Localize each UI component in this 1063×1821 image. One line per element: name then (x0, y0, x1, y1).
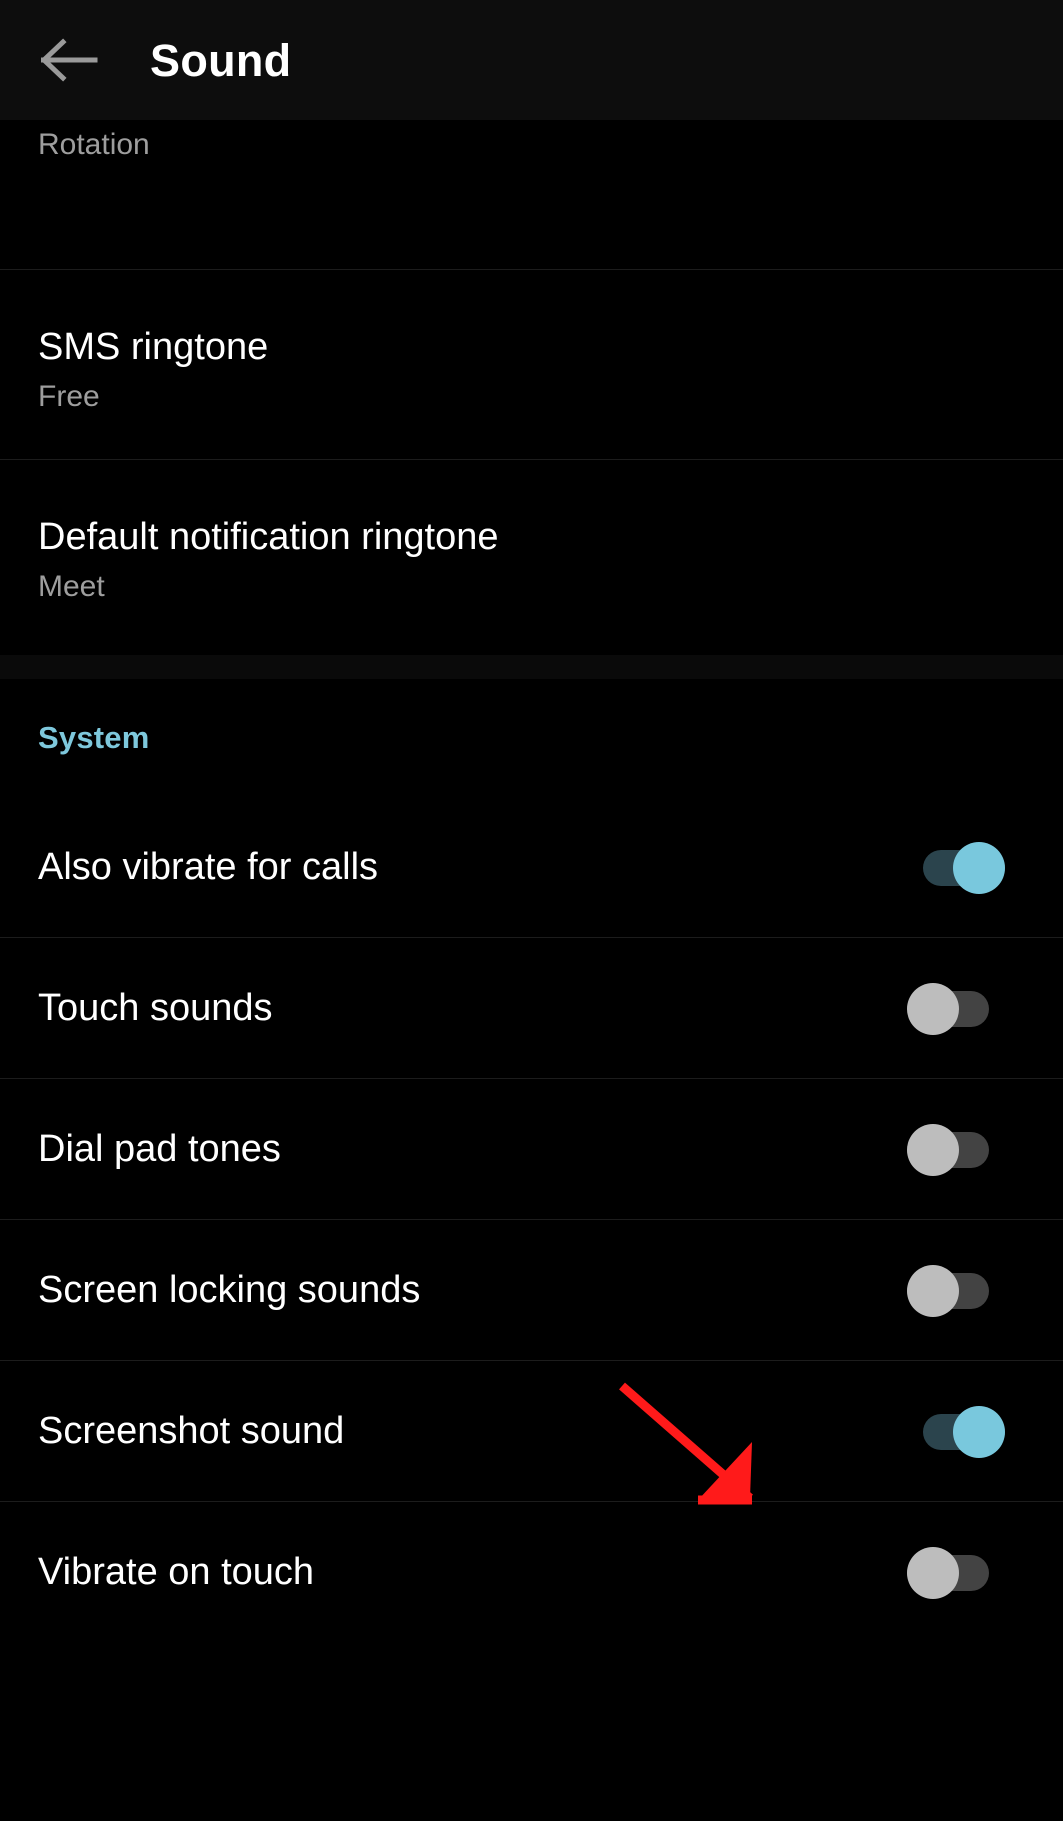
toggle-thumb (907, 1123, 959, 1176)
toggle-also-vibrate-for-calls[interactable] (907, 841, 1005, 894)
list-item-title: Default notification ringtone (38, 516, 499, 558)
list-item-also-vibrate-for-calls[interactable]: Also vibrate for calls (0, 797, 1063, 938)
list-item-dial-pad-tones[interactable]: Dial pad tones (0, 1079, 1063, 1220)
app-bar: Sound (0, 0, 1063, 120)
list-item-sms-ringtone[interactable]: SMS ringtone Free (0, 270, 1063, 460)
arrow-left-icon (41, 38, 98, 82)
list-item-label: Also vibrate for calls (38, 846, 379, 889)
list-item-title: SMS ringtone (38, 326, 269, 368)
list-item-screenshot-sound[interactable]: Screenshot sound (0, 1361, 1063, 1502)
toggle-thumb (907, 1264, 959, 1317)
list-item-label: Screenshot sound (38, 1410, 345, 1453)
toggle-screenshot-sound[interactable] (907, 1405, 1005, 1458)
list-item-label: Vibrate on touch (38, 1551, 315, 1594)
toggle-screen-locking-sounds[interactable] (907, 1264, 1005, 1317)
back-button[interactable] (22, 12, 118, 108)
list-item-subtitle: Meet (38, 569, 105, 603)
settings-list[interactable]: Phone ringtone Rotation SMS ringtone Fre… (0, 120, 1063, 1821)
toggle-touch-sounds[interactable] (907, 982, 1005, 1035)
list-item-phone-ringtone[interactable]: Phone ringtone Rotation (0, 120, 1063, 270)
toggle-thumb (953, 841, 1005, 894)
list-item-label: Screen locking sounds (38, 1269, 421, 1312)
list-item-subtitle: Free (38, 379, 100, 413)
list-item-default-notification-ringtone[interactable]: Default notification ringtone Meet (0, 460, 1063, 655)
toggle-thumb (953, 1405, 1005, 1458)
section-separator (0, 655, 1063, 679)
toggle-thumb (907, 982, 959, 1035)
section-header-system: System (0, 679, 1063, 797)
list-item-screen-locking-sounds[interactable]: Screen locking sounds (0, 1220, 1063, 1361)
page-title: Sound (150, 34, 292, 86)
section-header-label: System (38, 720, 150, 755)
list-item-vibrate-on-touch[interactable]: Vibrate on touch (0, 1502, 1063, 1643)
sound-settings-screen: Sound Phone ringtone Rotation SMS ringto… (0, 0, 1063, 1821)
toggle-vibrate-on-touch[interactable] (907, 1546, 1005, 1599)
list-item-label: Dial pad tones (38, 1128, 281, 1171)
list-item-label: Touch sounds (38, 987, 273, 1030)
toggle-thumb (907, 1546, 959, 1599)
list-item-subtitle: Rotation (38, 127, 150, 161)
toggle-dial-pad-tones[interactable] (907, 1123, 1005, 1176)
list-item-touch-sounds[interactable]: Touch sounds (0, 938, 1063, 1079)
